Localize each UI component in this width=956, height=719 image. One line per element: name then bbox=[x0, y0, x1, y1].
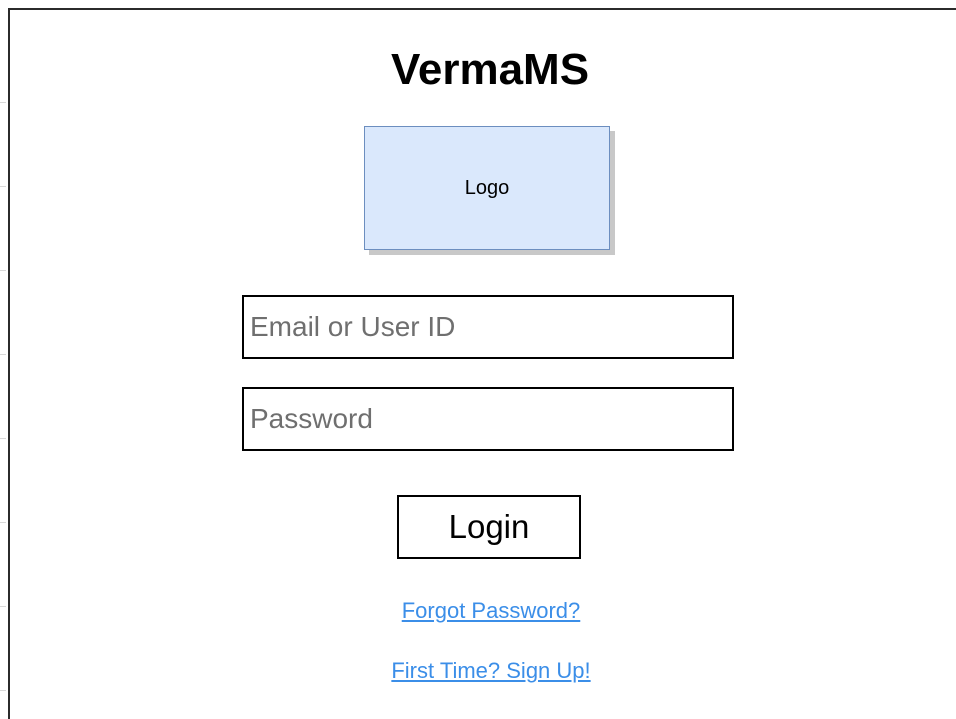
guide-tick bbox=[0, 186, 6, 187]
logo-placeholder: Logo bbox=[364, 126, 610, 250]
forgot-password-link[interactable]: Forgot Password? bbox=[0, 598, 956, 624]
guide-tick bbox=[0, 354, 6, 355]
sign-up-link[interactable]: First Time? Sign Up! bbox=[0, 658, 956, 684]
login-screen: VermaMS Logo Login Forgot Password? Firs… bbox=[0, 0, 956, 719]
password-field[interactable] bbox=[242, 387, 734, 451]
email-field[interactable] bbox=[242, 295, 734, 359]
guide-tick bbox=[0, 102, 6, 103]
guide-tick bbox=[0, 438, 6, 439]
login-button[interactable]: Login bbox=[397, 495, 581, 559]
logo-label: Logo bbox=[464, 176, 510, 199]
app-title: VermaMS bbox=[390, 45, 590, 94]
guide-tick bbox=[0, 270, 6, 271]
guide-tick bbox=[0, 522, 6, 523]
guide-tick bbox=[0, 690, 6, 691]
